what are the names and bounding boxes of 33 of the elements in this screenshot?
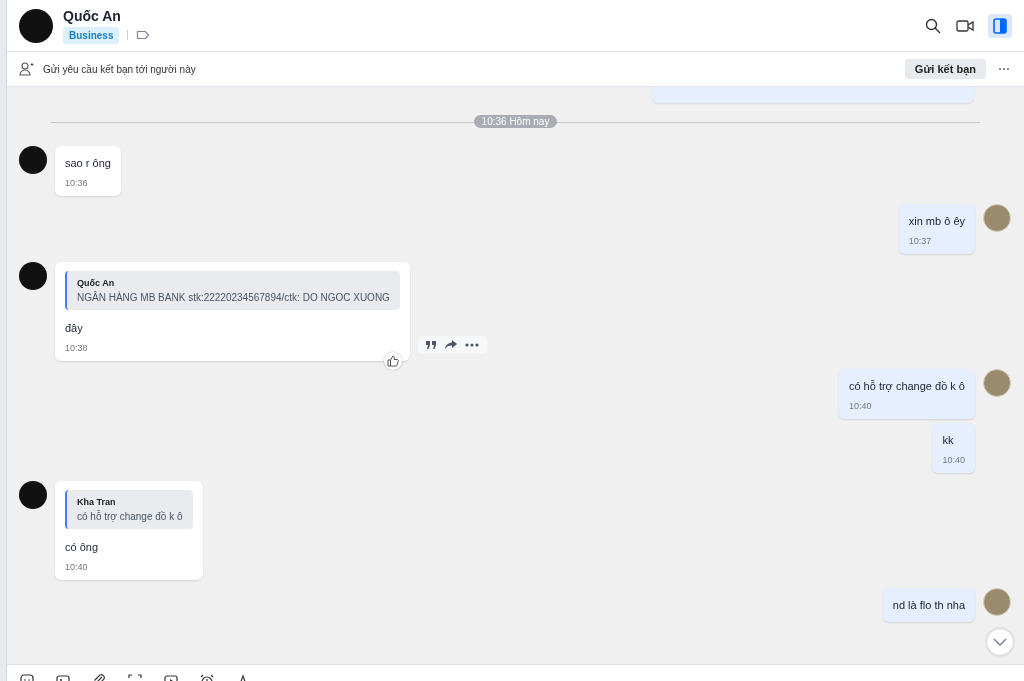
message-text: nd là flo th nha [892,598,965,613]
contact-name: Quốc An [63,7,122,24]
label-icon[interactable] [136,29,151,41]
message-time: 10:40 [848,401,873,411]
search-icon[interactable] [924,16,942,35]
message-time: 10:40 [942,455,965,465]
message-time: 10:36 [65,178,89,188]
add-friend-icon [19,62,35,76]
message-text: có hỗ trợ change đồ k ô [848,379,965,394]
message-time: 10:40 [65,562,89,572]
message-text: sao r ông [65,156,111,171]
more-icon[interactable] [464,342,479,347]
add-friend-button[interactable]: Gửi kết bạn [904,59,986,79]
quote-icon[interactable] [425,340,437,349]
quote-text: có hỗ trợ change đồ k ô [77,511,183,522]
message-text: đây [65,321,84,336]
message-text: có ông [65,540,100,555]
quote-text: NGÂN HÀNG MB BANK stk:22220234567894/ctk: DO NGOC XUONG [77,292,390,303]
date-divider-label: 10:36 Hôm nay [473,115,558,128]
message-time: 10:37 [908,236,933,246]
message-text: kk [942,433,955,448]
friend-request-text: Gửi yêu cầu kết bạn tới người này [43,63,197,75]
quote-author: Kha Tran [77,497,117,507]
quote-author: Quốc An [77,278,116,288]
chevron-down-icon [993,638,1007,646]
share-icon[interactable] [444,340,457,349]
like-button[interactable] [383,352,402,370]
message-text: xin mb ô êy [908,214,965,229]
avatar [19,8,53,43]
video-camera-icon[interactable] [956,18,974,33]
side-panel-toggle[interactable] [988,13,1012,38]
message-time: 10:38 [65,343,89,353]
business-tag[interactable]: Business [63,26,120,44]
